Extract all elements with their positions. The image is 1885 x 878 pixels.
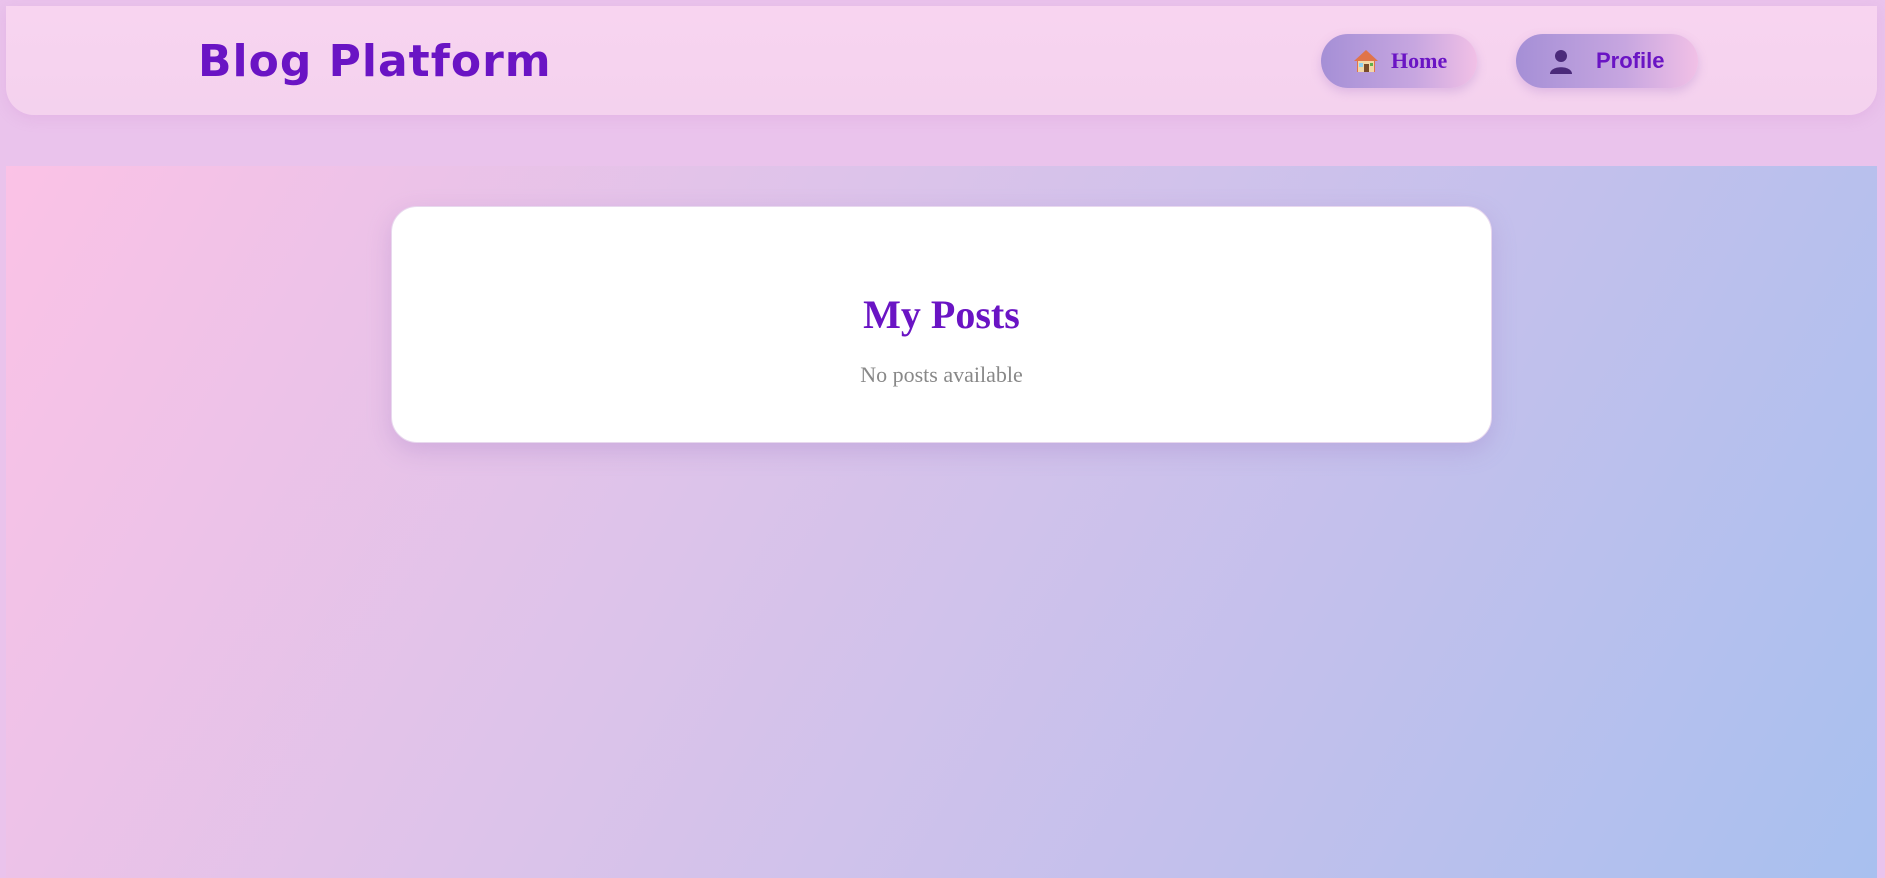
empty-state-message: No posts available bbox=[860, 362, 1023, 387]
house-icon bbox=[1351, 46, 1381, 76]
nav-profile-label: Profile bbox=[1596, 48, 1665, 73]
page-title: My Posts bbox=[863, 292, 1020, 337]
posts-card: My Posts No posts available bbox=[391, 206, 1492, 443]
app-window: Blog Platform Home Profile My Posts No p… bbox=[0, 0, 1885, 878]
brand-title[interactable]: Blog Platform bbox=[198, 36, 552, 87]
nav-home-label: Home bbox=[1391, 48, 1448, 73]
top-navbar: Blog Platform Home Profile bbox=[6, 6, 1877, 115]
nav-profile-button[interactable]: Profile bbox=[1516, 34, 1698, 88]
main-content: My Posts No posts available bbox=[6, 166, 1877, 878]
nav-home-button[interactable]: Home bbox=[1321, 34, 1477, 88]
user-icon bbox=[1546, 46, 1576, 76]
